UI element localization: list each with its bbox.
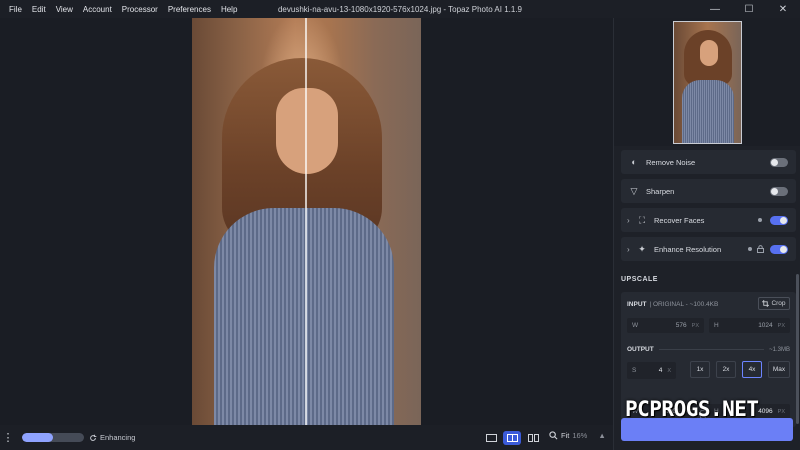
crop-icon — [762, 300, 770, 307]
filter-label: Recover Faces — [654, 215, 705, 225]
single-view-button[interactable] — [482, 431, 500, 445]
save-image-button[interactable] — [621, 418, 793, 441]
status-dot-icon — [758, 218, 762, 222]
side-panel: ◐ Remove Noise ▽ Sharpen › ⛶ Recover Fac… — [613, 18, 800, 450]
status-dot-icon — [748, 247, 752, 251]
navigator-thumbnail[interactable] — [673, 21, 742, 144]
output-size: ~1.3MB — [769, 346, 790, 353]
sparkle-icon: ✦ — [638, 243, 646, 254]
status: Enhancing — [89, 433, 135, 442]
crop-label: Crop — [771, 300, 786, 307]
photo-preview[interactable] — [192, 18, 421, 425]
zoom-icon — [549, 431, 558, 440]
zoom-control[interactable]: Fit 16% ▲ — [549, 431, 606, 440]
panel-scrollbar[interactable] — [796, 274, 799, 424]
preset-max-button[interactable]: Max — [768, 361, 790, 378]
face-icon: ⛶ — [638, 214, 646, 225]
status-text: Enhancing — [100, 433, 136, 442]
divider — [658, 349, 765, 350]
view-mode-group — [482, 431, 542, 445]
split-view-icon — [506, 434, 518, 442]
watermark-text: PCPROGS.NET — [625, 397, 759, 421]
compare-divider-handle[interactable] — [305, 18, 307, 425]
navigator — [614, 18, 800, 146]
sharpen-icon: ▽ — [630, 185, 638, 196]
input-sub: | ORIGINAL - ~100.4KB — [649, 301, 719, 308]
photo-dress — [214, 208, 394, 425]
crop-button[interactable]: Crop — [758, 297, 790, 310]
preset-1x-button[interactable]: 1x — [690, 361, 710, 378]
input-width-field: W 576 PX — [627, 318, 704, 333]
more-menu-icon[interactable]: ⋮ — [0, 431, 16, 444]
preset-4x-button[interactable]: 4x — [742, 361, 762, 378]
output-header: OUTPUT ~1.3MB — [627, 346, 790, 353]
menu-help[interactable]: Help — [216, 5, 242, 14]
input-header: INPUT | ORIGINAL - ~100.4KB — [627, 301, 718, 308]
upscale-section-title: UPSCALE — [621, 276, 658, 283]
input-height-value: 1024 — [758, 322, 773, 329]
menu-edit[interactable]: Edit — [27, 5, 51, 14]
menu-file[interactable]: File — [4, 5, 27, 14]
menu-view[interactable]: View — [51, 5, 78, 14]
preset-2x-button[interactable]: 2x — [716, 361, 736, 378]
unit-label: PX — [777, 322, 785, 329]
menu-processor[interactable]: Processor — [117, 5, 163, 14]
menu-preferences[interactable]: Preferences — [163, 5, 216, 14]
filter-sharpen[interactable]: ▽ Sharpen — [621, 179, 796, 203]
remove-noise-icon: ◐ — [631, 157, 637, 167]
sharpen-toggle[interactable] — [770, 186, 788, 196]
input-label: INPUT — [627, 301, 647, 308]
scale-label: S — [632, 367, 637, 374]
scale-input[interactable]: S 4 X — [627, 362, 676, 379]
filter-label: Remove Noise — [646, 157, 696, 167]
zoom-caret-icon[interactable]: ▲ — [598, 431, 605, 440]
output-label: OUTPUT — [627, 346, 654, 353]
thumb-face — [700, 40, 718, 66]
bottom-bar: ⋮ Enhancing Fit 16% ▲ — [0, 425, 613, 450]
scale-value: 4 — [658, 367, 663, 374]
title-bar: File Edit View Account Processor Prefere… — [0, 0, 800, 18]
photo-face — [276, 88, 338, 174]
recover-faces-toggle[interactable] — [770, 215, 788, 225]
preview-canvas[interactable] — [0, 18, 613, 425]
unit-label: PX — [691, 322, 699, 329]
chevron-right-icon[interactable]: › — [627, 245, 633, 254]
remove-noise-toggle[interactable] — [770, 157, 788, 167]
enhance-resolution-toggle[interactable] — [770, 244, 788, 254]
split-view-button[interactable] — [503, 431, 521, 445]
progress-fill — [22, 433, 53, 442]
width-label: W — [632, 322, 639, 329]
single-view-icon — [485, 434, 497, 442]
input-width-value: 576 — [675, 322, 687, 329]
filter-label: Enhance Resolution — [654, 244, 722, 254]
minimize-button[interactable]: — — [698, 0, 732, 18]
side-by-side-button[interactable] — [524, 431, 542, 445]
menu-bar: File Edit View Account Processor Prefere… — [0, 5, 242, 14]
close-button[interactable]: ✕ — [766, 0, 800, 18]
window-controls: — ☐ ✕ — [698, 0, 800, 18]
filter-recover-faces[interactable]: › ⛶ Recover Faces — [621, 208, 796, 232]
refresh-icon — [90, 434, 97, 441]
filter-label: Sharpen — [646, 186, 675, 196]
zoom-prefix: Fit — [561, 431, 570, 440]
menu-account[interactable]: Account — [78, 5, 117, 14]
zoom-value: 16% — [572, 431, 588, 440]
filter-enhance-resolution[interactable]: › ✦ Enhance Resolution — [621, 237, 796, 261]
filter-remove-noise[interactable]: ◐ Remove Noise — [621, 150, 796, 174]
input-height-field: H 1024 PX — [709, 318, 790, 333]
thumb-dress — [682, 80, 734, 143]
height-label: H — [714, 322, 719, 329]
maximize-button[interactable]: ☐ — [732, 0, 766, 18]
lock-icon — [757, 245, 764, 253]
progress-bar — [22, 433, 84, 442]
unit-label: PX — [777, 408, 785, 415]
side-by-side-icon — [527, 434, 539, 442]
chevron-right-icon[interactable]: › — [627, 216, 633, 225]
scale-unit: X — [667, 367, 671, 374]
